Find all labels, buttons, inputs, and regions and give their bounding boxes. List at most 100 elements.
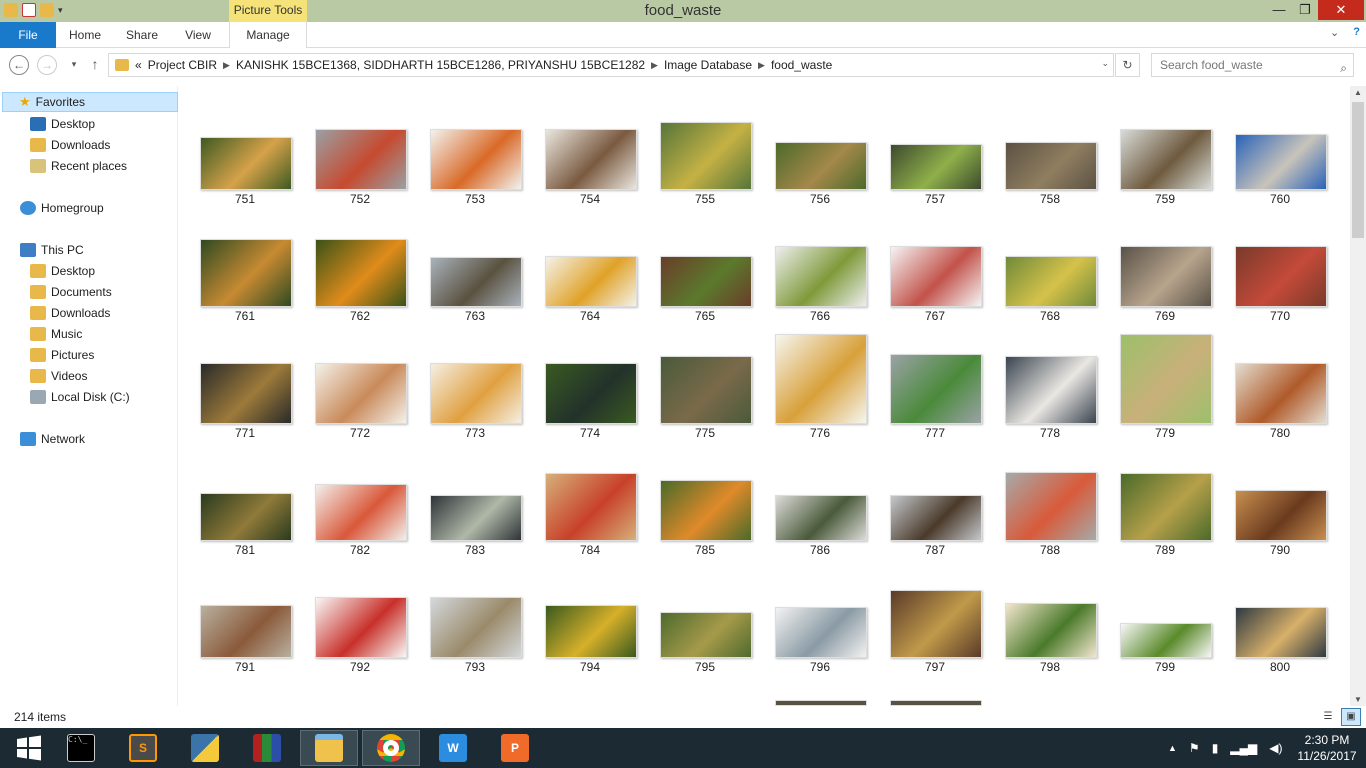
- file-thumbnail[interactable]: 778: [995, 340, 1105, 440]
- file-thumbnail[interactable]: 770: [1225, 223, 1335, 323]
- address-bar[interactable]: « Project CBIR ▶ KANISHK 15BCE1368, SIDD…: [108, 53, 1114, 77]
- file-thumbnail[interactable]: 753: [420, 106, 530, 206]
- file-thumbnail[interactable]: 763: [420, 223, 530, 323]
- network-signal-icon[interactable]: ▂▄▆: [1230, 741, 1257, 755]
- file-thumbnail[interactable]: 752: [305, 106, 415, 206]
- file-thumbnail[interactable]: 758: [995, 106, 1105, 206]
- taskbar-file-explorer[interactable]: [300, 730, 358, 766]
- file-thumbnail[interactable]: 772: [305, 340, 415, 440]
- scroll-down-icon[interactable]: ▼: [1350, 695, 1366, 704]
- file-thumbnail[interactable]: 754: [535, 106, 645, 206]
- file-thumbnail[interactable]: 792: [305, 574, 415, 674]
- taskbar-wps-writer[interactable]: W: [424, 730, 482, 766]
- nav-item-pictures[interactable]: Pictures: [30, 345, 94, 365]
- file-thumbnail[interactable]: 781: [190, 457, 300, 557]
- file-thumbnail[interactable]: 760: [1225, 106, 1335, 206]
- taskbar-wps-presentation[interactable]: P: [486, 730, 544, 766]
- file-thumbnail[interactable]: 776: [765, 334, 875, 440]
- breadcrumb-team-folder[interactable]: KANISHK 15BCE1368, SIDDHARTH 15BCE1286, …: [236, 58, 645, 72]
- search-icon[interactable]: ⌕: [1340, 57, 1347, 79]
- file-thumbnail[interactable]: 799: [1110, 574, 1220, 674]
- address-dropdown-icon[interactable]: ⌄: [1101, 58, 1109, 69]
- file-thumbnail[interactable]: 774: [535, 340, 645, 440]
- file-thumbnail[interactable]: 783: [420, 457, 530, 557]
- large-icons-view-icon[interactable]: ▣: [1341, 708, 1361, 726]
- file-thumbnail[interactable]: 759: [1110, 106, 1220, 206]
- forward-button[interactable]: →: [37, 55, 57, 75]
- taskbar-python[interactable]: [176, 730, 234, 766]
- file-thumbnail[interactable]: 793: [420, 574, 530, 674]
- details-view-icon[interactable]: ☰: [1318, 708, 1338, 726]
- file-thumbnail[interactable]: 786: [765, 457, 875, 557]
- breadcrumb-separator-icon[interactable]: ▶: [223, 60, 230, 71]
- file-thumbnail[interactable]: 757: [880, 106, 990, 206]
- file-thumbnail[interactable]: 761: [190, 223, 300, 323]
- file-thumbnail[interactable]: 751: [190, 106, 300, 206]
- close-button[interactable]: ✕: [1318, 0, 1364, 20]
- tab-manage[interactable]: Manage: [229, 22, 307, 48]
- breadcrumb-image-database[interactable]: Image Database: [664, 58, 752, 72]
- breadcrumb-food-waste[interactable]: food_waste: [771, 58, 832, 72]
- tab-view[interactable]: View: [176, 22, 220, 48]
- file-thumbnail[interactable]: 790: [1225, 457, 1335, 557]
- nav-item-desktop[interactable]: Desktop: [30, 261, 95, 281]
- file-thumbnail[interactable]: 795: [650, 574, 760, 674]
- help-icon[interactable]: ?: [1353, 26, 1360, 39]
- taskbar-winrar[interactable]: [238, 730, 296, 766]
- taskbar-cmd[interactable]: C:\_: [52, 730, 110, 766]
- nav-item-documents[interactable]: Documents: [30, 282, 112, 302]
- nav-item-videos[interactable]: Videos: [30, 366, 87, 386]
- file-thumbnail[interactable]: 765: [650, 223, 760, 323]
- nav-item-downloads[interactable]: Downloads: [30, 135, 110, 155]
- file-thumbnail[interactable]: 764: [535, 223, 645, 323]
- file-thumbnail[interactable]: 773: [420, 340, 530, 440]
- file-thumbnail[interactable]: 771: [190, 340, 300, 440]
- nav-favorites[interactable]: ★ Favorites: [2, 92, 178, 112]
- taskbar-sublime[interactable]: S: [114, 730, 172, 766]
- scrollbar-thumb[interactable]: [1352, 102, 1364, 238]
- back-button[interactable]: ←: [9, 55, 29, 75]
- tab-share[interactable]: Share: [118, 22, 166, 48]
- file-thumbnail[interactable]: 762: [305, 223, 415, 323]
- breadcrumb-project-cbir[interactable]: Project CBIR: [148, 58, 217, 72]
- file-thumbnail[interactable]: 756: [765, 106, 875, 206]
- breadcrumb-separator-icon[interactable]: ▶: [758, 60, 765, 71]
- scroll-up-icon[interactable]: ▲: [1350, 88, 1366, 97]
- clock[interactable]: 2:30 PM 11/26/2017: [1290, 732, 1364, 764]
- file-thumbnail[interactable]: 794: [535, 574, 645, 674]
- power-icon[interactable]: ▮: [1212, 741, 1219, 755]
- breadcrumb-overflow[interactable]: «: [135, 58, 142, 72]
- tab-home[interactable]: Home: [60, 22, 110, 48]
- nav-item-music[interactable]: Music: [30, 324, 82, 344]
- file-thumbnail[interactable]: 789: [1110, 457, 1220, 557]
- file-thumbnail[interactable]: 766: [765, 223, 875, 323]
- breadcrumb-separator-icon[interactable]: ▶: [651, 60, 658, 71]
- file-thumbnail[interactable]: 782: [305, 457, 415, 557]
- start-button[interactable]: [0, 730, 58, 766]
- maximize-button[interactable]: ❐: [1290, 0, 1320, 20]
- nav-item-downloads[interactable]: Downloads: [30, 303, 110, 323]
- file-thumbnail[interactable]: 767: [880, 223, 990, 323]
- show-hidden-icons-icon[interactable]: ▲: [1168, 743, 1177, 753]
- nav-item-desktop[interactable]: Desktop: [30, 114, 95, 134]
- file-thumbnail[interactable]: 755: [650, 106, 760, 206]
- file-thumbnail[interactable]: 785: [650, 457, 760, 557]
- taskbar-chrome[interactable]: [362, 730, 420, 766]
- file-thumbnail[interactable]: 788: [995, 457, 1105, 557]
- expand-ribbon-icon[interactable]: ⌄: [1330, 26, 1339, 39]
- tab-file[interactable]: File: [0, 22, 56, 48]
- refresh-button[interactable]: ↻: [1115, 53, 1140, 77]
- nav-item-local-disk[interactable]: Local Disk (C:): [30, 387, 130, 407]
- nav-this-pc[interactable]: This PC: [20, 240, 84, 260]
- file-thumbnail[interactable]: 796: [765, 574, 875, 674]
- recent-locations-button[interactable]: ▾: [64, 55, 84, 75]
- nav-network[interactable]: Network: [20, 429, 85, 449]
- file-thumbnail[interactable]: 797: [880, 574, 990, 674]
- nav-item-recent-places[interactable]: Recent places: [30, 156, 127, 176]
- file-thumbnail[interactable]: 784: [535, 457, 645, 557]
- volume-icon[interactable]: ◀): [1269, 741, 1282, 755]
- file-thumbnail[interactable]: 780: [1225, 340, 1335, 440]
- file-thumbnail[interactable]: 798: [995, 574, 1105, 674]
- file-thumbnail[interactable]: 800: [1225, 574, 1335, 674]
- file-thumbnail[interactable]: 787: [880, 457, 990, 557]
